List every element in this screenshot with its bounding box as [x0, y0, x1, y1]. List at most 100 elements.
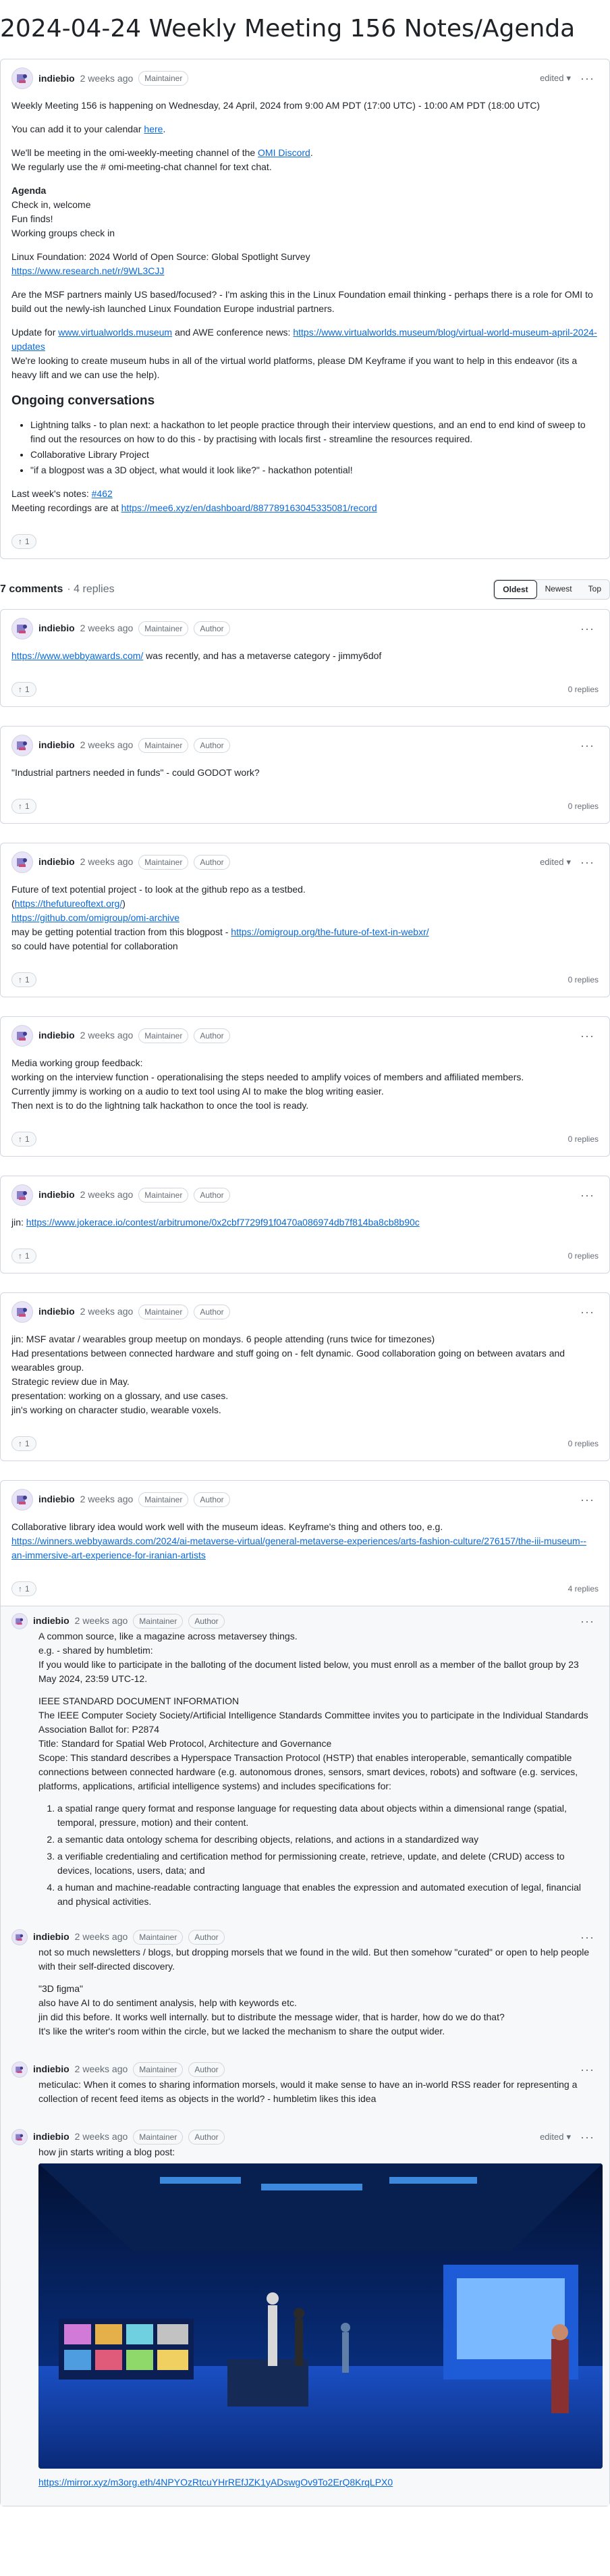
- author-name[interactable]: indiebio: [38, 738, 75, 752]
- edited-dropdown[interactable]: edited ▾: [540, 72, 571, 85]
- timestamp[interactable]: 2 weeks ago: [80, 1188, 134, 1202]
- replies-count[interactable]: 0 replies: [568, 1438, 599, 1450]
- avatar[interactable]: [11, 1024, 33, 1047]
- recordings-link[interactable]: https://mee6.xyz/en/dashboard/8877891630…: [121, 502, 377, 513]
- more-options-icon[interactable]: ···: [576, 856, 599, 868]
- author-name[interactable]: indiebio: [38, 855, 75, 869]
- more-options-icon[interactable]: ···: [576, 1931, 599, 1943]
- survey-link[interactable]: https://www.research.net/r/9WL3CJJ: [11, 265, 164, 276]
- msf-text: Are the MSF partners mainly US based/foc…: [11, 289, 593, 314]
- mirror-link[interactable]: https://mirror.xyz/m3org.eth/4NPYOzRtcuY…: [38, 2477, 393, 2488]
- list-item: Lightning talks - to plan next: a hackat…: [30, 418, 599, 446]
- more-options-icon[interactable]: ···: [576, 1615, 599, 1627]
- avatar[interactable]: [11, 1184, 33, 1206]
- more-options-icon[interactable]: ···: [576, 739, 599, 752]
- author-name[interactable]: indiebio: [38, 1028, 75, 1043]
- author-name[interactable]: indiebio: [38, 72, 75, 86]
- replies-count[interactable]: 0 replies: [568, 683, 599, 695]
- more-options-icon[interactable]: ···: [576, 1189, 599, 1201]
- timestamp[interactable]: 2 weeks ago: [80, 855, 134, 869]
- jokerace-link[interactable]: https://www.jokerace.io/contest/arbitrum…: [26, 1217, 420, 1228]
- upvote-button[interactable]: ↑ 1: [11, 1131, 36, 1147]
- replies-count[interactable]: 4 replies: [568, 1583, 599, 1595]
- upvote-button[interactable]: ↑ 1: [11, 1436, 36, 1451]
- sort-top-button[interactable]: Top: [580, 580, 609, 599]
- avatar[interactable]: [11, 851, 33, 873]
- edited-dropdown[interactable]: edited ▾: [540, 856, 571, 869]
- calendar-link[interactable]: here: [144, 124, 163, 134]
- sort-oldest-button[interactable]: Oldest: [494, 579, 537, 599]
- more-options-icon[interactable]: ···: [576, 1494, 599, 1506]
- avatar[interactable]: [11, 1300, 33, 1323]
- more-options-icon[interactable]: ···: [576, 2064, 599, 2076]
- author-badge: Author: [194, 1492, 230, 1507]
- futureoftext-link[interactable]: https://thefutureoftext.org/: [15, 898, 123, 909]
- more-options-icon[interactable]: ···: [576, 1306, 599, 1318]
- edited-dropdown[interactable]: edited ▾: [540, 2130, 571, 2144]
- author-name[interactable]: indiebio: [33, 2130, 70, 2144]
- timestamp[interactable]: 2 weeks ago: [75, 2130, 128, 2144]
- author-name[interactable]: indiebio: [33, 1614, 70, 1628]
- maintainer-badge: Maintainer: [138, 1187, 189, 1203]
- chevron-down-icon: ▾: [566, 73, 572, 84]
- timestamp[interactable]: 2 weeks ago: [80, 1305, 134, 1319]
- last-notes-link[interactable]: #462: [92, 488, 113, 499]
- avatar[interactable]: [11, 617, 33, 639]
- spec-list: a spatial range query format and respons…: [57, 1802, 599, 1909]
- avatar[interactable]: [11, 68, 33, 89]
- timestamp[interactable]: 2 weeks ago: [80, 1492, 134, 1506]
- upvote-button[interactable]: ↑ 1: [11, 681, 36, 697]
- reply: indiebio 2 weeks ago Maintainer Author ·…: [1, 2055, 609, 2122]
- discord-link[interactable]: OMI Discord: [258, 147, 310, 158]
- list-item: a verifiable credentialing and certifica…: [57, 1849, 599, 1878]
- maintainer-badge: Maintainer: [138, 1304, 189, 1319]
- author-name[interactable]: indiebio: [38, 1492, 75, 1506]
- more-options-icon[interactable]: ···: [576, 2131, 599, 2143]
- upvote-button[interactable]: ↑ 1: [11, 533, 36, 549]
- upvote-button[interactable]: ↑ 1: [11, 1581, 36, 1596]
- upvote-button[interactable]: ↑ 1: [11, 1248, 36, 1263]
- avatar[interactable]: [11, 1612, 28, 1629]
- more-options-icon[interactable]: ···: [576, 72, 599, 84]
- arrow-up-icon: ↑: [18, 684, 22, 694]
- timestamp[interactable]: 2 weeks ago: [80, 621, 134, 635]
- meeting-time-text: Weekly Meeting 156 is happening on Wedne…: [11, 100, 540, 111]
- author-name[interactable]: indiebio: [38, 1188, 75, 1202]
- sort-newest-button[interactable]: Newest: [537, 580, 580, 599]
- author-name[interactable]: indiebio: [33, 2062, 70, 2076]
- replies-count[interactable]: 0 replies: [568, 1250, 599, 1262]
- museum-link[interactable]: www.virtualworlds.museum: [58, 327, 172, 338]
- author-name[interactable]: indiebio: [38, 1305, 75, 1319]
- timestamp[interactable]: 2 weeks ago: [80, 738, 134, 752]
- virtual-gallery-image[interactable]: [38, 2163, 603, 2469]
- webby-winner-link[interactable]: https://winners.webbyawards.com/2024/ai-…: [11, 1535, 586, 1560]
- comment: indiebio 2 weeks ago Maintainer Author ·…: [0, 1175, 610, 1273]
- avatar[interactable]: [11, 2128, 28, 2145]
- avatar[interactable]: [11, 1488, 33, 1510]
- arrow-up-icon: ↑: [18, 1251, 22, 1261]
- more-options-icon[interactable]: ···: [576, 1030, 599, 1042]
- timestamp[interactable]: 2 weeks ago: [75, 1930, 128, 1944]
- upvote-button[interactable]: ↑ 1: [11, 972, 36, 987]
- replies-count[interactable]: 0 replies: [568, 974, 599, 986]
- timestamp[interactable]: 2 weeks ago: [75, 1614, 128, 1628]
- github-archive-link[interactable]: https://github.com/omigroup/omi-archive: [11, 912, 179, 923]
- author-name[interactable]: indiebio: [33, 1930, 70, 1944]
- comments-count: 7 comments: [0, 583, 63, 595]
- blogpost-link[interactable]: https://omigroup.org/the-future-of-text-…: [231, 926, 428, 937]
- timestamp[interactable]: 2 weeks ago: [80, 1028, 134, 1043]
- more-options-icon[interactable]: ···: [576, 623, 599, 635]
- upvote-button[interactable]: ↑ 1: [11, 798, 36, 814]
- webby-link[interactable]: https://www.webbyawards.com/: [11, 650, 143, 661]
- replies-count[interactable]: 0 replies: [568, 800, 599, 812]
- author-name[interactable]: indiebio: [38, 621, 75, 635]
- avatar[interactable]: [11, 2061, 28, 2078]
- replies-count[interactable]: 0 replies: [568, 1133, 599, 1145]
- timestamp[interactable]: 2 weeks ago: [80, 72, 134, 86]
- timestamp[interactable]: 2 weeks ago: [75, 2062, 128, 2076]
- ongoing-list: Lightning talks - to plan next: a hackat…: [30, 418, 599, 477]
- author-badge: Author: [194, 1304, 230, 1319]
- avatar[interactable]: [11, 1928, 28, 1945]
- author-badge: Author: [194, 1028, 230, 1043]
- avatar[interactable]: [11, 734, 33, 756]
